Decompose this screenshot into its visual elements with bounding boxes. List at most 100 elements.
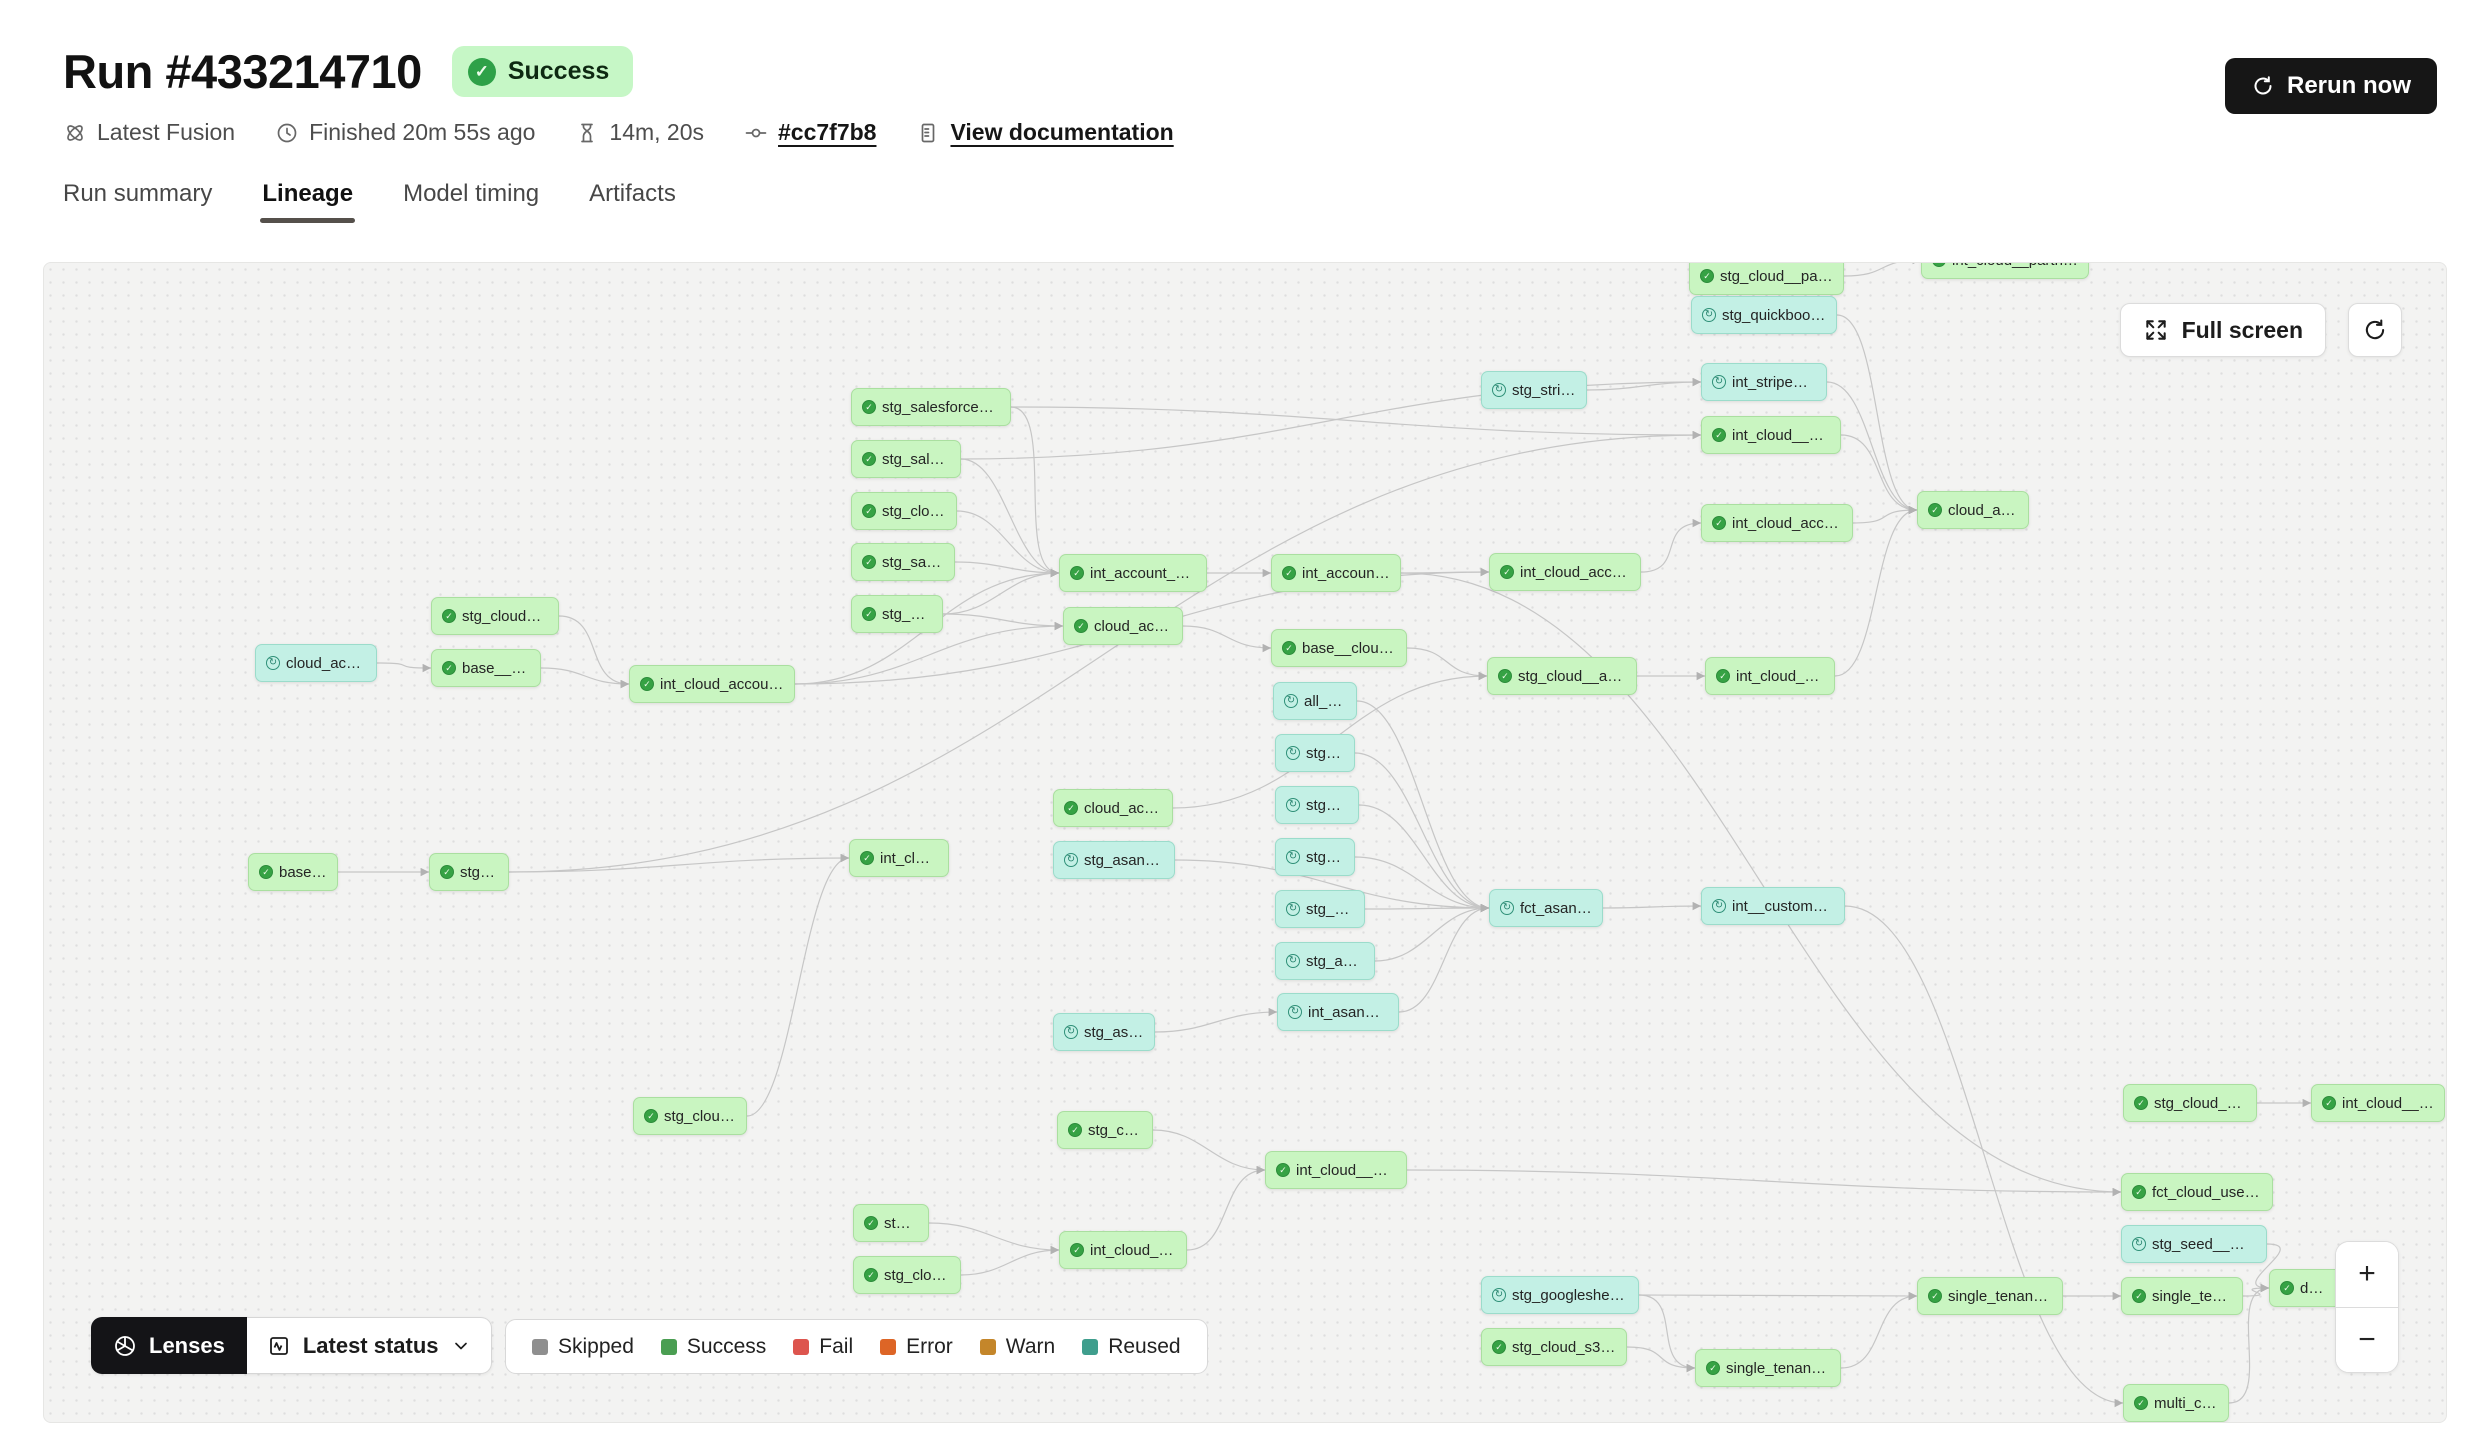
graph-node-stg_cloud3[interactable]: ✓stg_cloud_… <box>853 1204 929 1242</box>
graph-node-asana_pr[interactable]: ↻stg_asana__pr… <box>1275 942 1375 980</box>
graph-node-ma_top[interactable]: ✓int_cloud_account_ma… <box>1701 504 1853 542</box>
node-reused-icon: ↻ <box>1702 308 1716 322</box>
lineage-edge-partner_c-partner_con <box>1844 263 1921 276</box>
graph-node-sf3[interactable]: ✓stg_salesforce… <box>851 543 955 581</box>
lineage-edges <box>44 263 2447 1423</box>
lineage-canvas[interactable]: ✓stg_cloud__partner_c…↻stg_quickbooks__a… <box>43 262 2447 1423</box>
refresh-icon <box>2362 317 2388 343</box>
legend-item-success: Success <box>661 1335 766 1359</box>
lenses-button[interactable]: Lenses <box>91 1317 247 1374</box>
node-reused-icon: ↻ <box>1492 383 1506 397</box>
zoom-out-button[interactable]: − <box>2336 1308 2398 1373</box>
node-reused-icon: ↻ <box>1286 798 1300 812</box>
graph-node-cloud_acct_right[interactable]: ✓cloud_account… <box>1917 491 2029 529</box>
legend-swatch-error <box>880 1339 896 1355</box>
fullscreen-button[interactable]: Full screen <box>2120 303 2326 357</box>
graph-node-cloud_acct_src[interactable]: ↻cloud_account… <box>255 644 377 682</box>
graph-node-accoun_int[interactable]: ✓int_cloud__accoun… <box>1705 657 1835 695</box>
graph-node-gsheets[interactable]: ↻stg_googlesheets__sin… <box>1481 1276 1639 1314</box>
tab-lineage[interactable]: Lineage <box>262 180 353 223</box>
graph-node-st_mapp[interactable]: ✓single_tenant_mapp… <box>1917 1277 2063 1315</box>
graph-node-st_map_mid[interactable]: ✓single_tenant_map… <box>1695 1349 1841 1387</box>
graph-node-quickbooks[interactable]: ↻stg_quickbooks__a… <box>1691 296 1837 334</box>
graph-node-sf_cloud[interactable]: ✓stg_salesforce__cloud_… <box>851 388 1011 426</box>
graph-node-seed_multireg[interactable]: ↻stg_seed__multireg… <box>2121 1225 2267 1263</box>
graph-node-devel_stg[interactable]: ✓stg_cloud__devel… <box>2123 1084 2257 1122</box>
graph-node-int_acct_m[interactable]: ✓int_cloud_account__m… <box>629 665 795 703</box>
graph-node-asana1[interactable]: ↻stg_asana… <box>1275 734 1355 772</box>
graph-node-cloud_acct_mid[interactable]: ✓cloud_account… <box>1053 789 1173 827</box>
graph-node-partner_con[interactable]: ✓int_cloud__partner_con… <box>1921 262 2089 279</box>
zoom-in-button[interactable]: + <box>2336 1242 2398 1307</box>
node-reused-icon: ↻ <box>1064 1025 1078 1039</box>
graph-node-fct_asana[interactable]: ↻fct_asana_proj… <box>1489 889 1603 927</box>
graph-node-base_cloud[interactable]: ✓base__cloud_… <box>431 649 541 687</box>
node-label: stg_asana… <box>1306 849 1344 866</box>
graph-node-sf2[interactable]: ✓stg_salesforce_… <box>851 440 961 478</box>
canvas-refresh-button[interactable] <box>2348 303 2402 357</box>
graph-node-acct_domain[interactable]: ✓int_account_domain… <box>1059 554 1207 592</box>
node-success-icon: ✓ <box>862 452 876 466</box>
lineage-edge-stg_cloud_m-int_cloud_us <box>509 858 849 872</box>
lineage-edge-sf_cloud-acct_domain <box>1011 407 1059 573</box>
graph-node-all_days[interactable]: ↻all_days <box>1273 682 1357 720</box>
graph-node-email[interactable]: ✓stg_cloud__email… <box>633 1097 747 1135</box>
page-title: Run #433214710 <box>63 44 422 99</box>
lineage-edge-cloud_us1-acct_domain <box>957 511 1059 573</box>
node-success-icon: ✓ <box>862 555 876 569</box>
meta-item-clock: Finished 20m 55s ago <box>275 119 535 146</box>
graph-node-accounts_stg[interactable]: ✓stg_cloud__accounts… <box>1487 657 1637 695</box>
graph-node-stg_cloud_m[interactable]: ✓stg_cloud_… <box>429 853 509 891</box>
lenses-label: Lenses <box>149 1333 225 1359</box>
graph-node-group_per[interactable]: ✓int_cloud__group_per… <box>1059 1231 1187 1269</box>
graph-node-asana_bot[interactable]: ↻stg_asana__… <box>1053 1013 1155 1051</box>
graph-node-devel_int[interactable]: ✓int_cloud__devel… <box>2311 1084 2445 1122</box>
graph-node-asana_tas[interactable]: ↻stg_asana__tas… <box>1053 841 1175 879</box>
graph-node-int_cloud_us[interactable]: ✓int_cloud__us… <box>849 839 949 877</box>
run-page: Run #433214710 ✓ Success Latest FusionFi… <box>0 0 2470 1446</box>
node-success-icon: ✓ <box>442 609 456 623</box>
tab-artifacts[interactable]: Artifacts <box>589 180 676 223</box>
graph-node-acct_dom[interactable]: ✓int_account_dom… <box>1271 554 1401 592</box>
meta-item-label: 14m, 20s <box>609 119 704 146</box>
node-label: int_cloud_account__m… <box>660 676 784 693</box>
lineage-edge-ma_mid-ma_top <box>1641 523 1701 572</box>
node-success-icon: ✓ <box>1276 1163 1290 1177</box>
lens-dropdown[interactable]: Latest status <box>247 1317 492 1374</box>
graph-node-base_cloud_acco[interactable]: ✓base__cloud_acco… <box>1271 629 1407 667</box>
graph-node-region[interactable]: ✓stg_cloud_region… <box>431 597 559 635</box>
graph-node-customer_acct[interactable]: ↻int__customer_account… <box>1701 887 1845 925</box>
graph-node-group[interactable]: ✓stg_cloud__group… <box>853 1256 961 1294</box>
graph-node-st_single[interactable]: ✓single_tenant_… <box>2121 1277 2243 1315</box>
graph-node-asana3[interactable]: ↻stg_asana… <box>1275 838 1355 876</box>
graph-node-cloud_2[interactable]: ✓stg_cloud__… <box>851 595 943 633</box>
graph-node-ma_mid[interactable]: ✓int_cloud_account_ma… <box>1489 553 1641 591</box>
graph-node-asana2[interactable]: ↻stg_asana_… <box>1275 786 1359 824</box>
node-success-icon: ✓ <box>1070 1243 1084 1257</box>
graph-node-asana4[interactable]: ↻stg_asana__… <box>1275 890 1365 928</box>
graph-node-cloud_us1[interactable]: ✓stg_cloud__us… <box>851 492 957 530</box>
graph-node-stripe_int[interactable]: ↻int_stripe__custo… <box>1701 363 1827 401</box>
tab-model-timing[interactable]: Model timing <box>403 180 539 223</box>
graph-node-base_clou[interactable]: ✓base__clou… <box>248 853 338 891</box>
graph-node-cloud_user_ac[interactable]: ✓int_cloud__user_ac… <box>1701 416 1841 454</box>
lineage-edge-st_map_mid-st_mapp <box>1841 1296 1917 1368</box>
graph-node-asana_task[interactable]: ↻int_asana__task_s… <box>1277 993 1399 1031</box>
graph-node-cloud_accts[interactable]: ✓cloud_accounts_… <box>1063 607 1183 645</box>
meta-item-document[interactable]: View documentation <box>916 119 1173 146</box>
rerun-now-button[interactable]: Rerun now <box>2225 58 2437 114</box>
node-success-icon: ✓ <box>864 1268 878 1282</box>
node-success-icon: ✓ <box>864 1216 878 1230</box>
graph-node-s3[interactable]: ✓stg_cloud_s3_singl… <box>1481 1328 1627 1366</box>
graph-node-fct_user_acc[interactable]: ✓fct_cloud_user_acc… <box>2121 1173 2273 1211</box>
meta-item-commit[interactable]: #cc7f7b8 <box>744 119 876 146</box>
tab-run-summary[interactable]: Run summary <box>63 180 212 223</box>
graph-node-stripe_stg[interactable]: ↻stg_stripe__c… <box>1481 371 1587 409</box>
graph-node-partner_c[interactable]: ✓stg_cloud__partner_c… <box>1689 262 1844 295</box>
graph-node-cloud_us2[interactable]: ✓stg_cloud__us… <box>1057 1111 1153 1149</box>
graph-node-multi_cell[interactable]: ✓multi_cell_m… <box>2123 1384 2229 1422</box>
graph-node-user_group[interactable]: ✓int_cloud__user_group… <box>1265 1151 1407 1189</box>
node-reused-icon: ↻ <box>1712 375 1726 389</box>
meta-item-hourglass: 14m, 20s <box>575 119 704 146</box>
lineage-edge-s3-st_map_mid <box>1627 1347 1695 1368</box>
